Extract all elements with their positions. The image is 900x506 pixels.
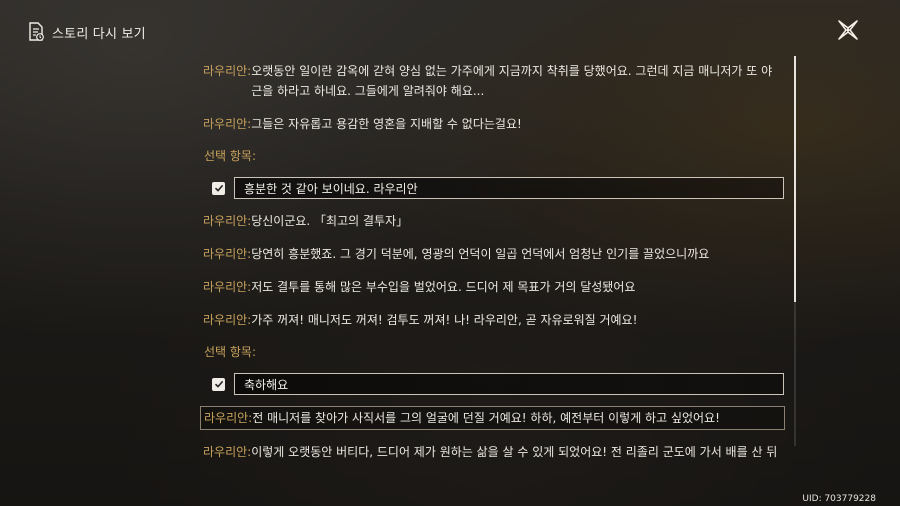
close-x-icon <box>838 20 858 40</box>
story-replay-icon <box>27 22 45 42</box>
choice-section-label: 선택 항목: <box>204 149 257 163</box>
panel-header: 스토리 다시 보기 <box>27 22 146 42</box>
dialogue-text: 가주 꺼져! 매니저도 꺼져! 검투도 꺼져! 나! 라우리안, 곧 자유로워질… <box>251 313 638 327</box>
choice-text: 흥분한 것 같아 보이네요. 라우리안 <box>234 177 784 199</box>
dialogue-log[interactable]: 라우리안: 오랫동안 일이란 감옥에 갇혀 양심 없는 가주에게 지금까지 착취… <box>200 60 785 474</box>
page-title: 스토리 다시 보기 <box>52 26 146 42</box>
speaker-name: 라우리안: <box>203 214 252 228</box>
speaker-name: 라우리안: <box>203 313 252 327</box>
choice-text: 축하해요 <box>234 373 784 395</box>
dialogue-line: 라우리안: 저도 결투를 통해 많은 부수입을 벌었어요. 드디어 제 목표가 … <box>200 276 785 298</box>
dialogue-text: 오랫동안 일이란 감옥에 갇혀 양심 없는 가주에게 지금까지 착취를 당했어요… <box>251 64 773 98</box>
speaker-name: 라우리안: <box>203 117 252 131</box>
selected-choice: 축하해요 <box>212 373 785 395</box>
dialogue-line: 라우리안: 이렇게 오랫동안 버티다, 드디어 제가 원하는 삶을 살 수 있게… <box>200 441 785 463</box>
dialogue-text: 이렇게 오랫동안 버티다, 드디어 제가 원하는 삶을 살 수 있게 되었어요!… <box>251 445 778 459</box>
dialogue-text: 그들은 자유롭고 용감한 영혼을 지배할 수 없다는걸요! <box>251 117 522 131</box>
checkmark-icon <box>212 377 225 391</box>
dialogue-line: 라우리안: 당연히 흥분했죠. 그 경기 덕분에, 영광의 언덕이 일곱 언덕에… <box>200 243 785 265</box>
speaker-name: 라우리안: <box>204 411 253 425</box>
dialogue-line: 라우리안: 오랫동안 일이란 감옥에 갇혀 양심 없는 가주에게 지금까지 착취… <box>200 60 785 102</box>
close-button[interactable] <box>835 17 861 43</box>
speaker-name: 라우리안: <box>203 247 252 261</box>
uid-label: UID: 703779228 <box>802 494 876 504</box>
selected-choice: 흥분한 것 같아 보이네요. 라우리안 <box>212 177 785 199</box>
scrollbar-thumb[interactable] <box>794 56 796 302</box>
dialogue-text: 당신이군요. 「최고의 결투자」 <box>251 214 409 228</box>
choice-section-label: 선택 항목: <box>204 345 257 359</box>
speaker-name: 라우리안: <box>203 445 252 459</box>
dialogue-line-highlighted[interactable]: 라우리안: 전 매니저를 찾아가 사직서를 그의 얼굴에 던질 거예요! 하하,… <box>200 406 785 430</box>
dialogue-text: 저도 결투를 통해 많은 부수입을 벌었어요. 드디어 제 목표가 거의 달성됐… <box>251 280 636 294</box>
dialogue-text: 당연히 흥분했죠. 그 경기 덕분에, 영광의 언덕이 일곱 언덕에서 엄청난 … <box>251 247 710 261</box>
checkmark-icon <box>212 181 225 195</box>
dialogue-line: 라우리안: 당신이군요. 「최고의 결투자」 <box>200 210 785 232</box>
dialogue-text: 전 매니저를 찾아가 사직서를 그의 얼굴에 던질 거예요! 하하, 예전부터 … <box>252 411 720 425</box>
speaker-name: 라우리안: <box>203 64 252 78</box>
speaker-name: 라우리안: <box>203 280 252 294</box>
dialogue-line: 라우리안: 그들은 자유롭고 용감한 영혼을 지배할 수 없다는걸요! <box>200 113 785 135</box>
dialogue-line: 라우리안: 가주 꺼져! 매니저도 꺼져! 검투도 꺼져! 나! 라우리안, 곧… <box>200 309 785 331</box>
